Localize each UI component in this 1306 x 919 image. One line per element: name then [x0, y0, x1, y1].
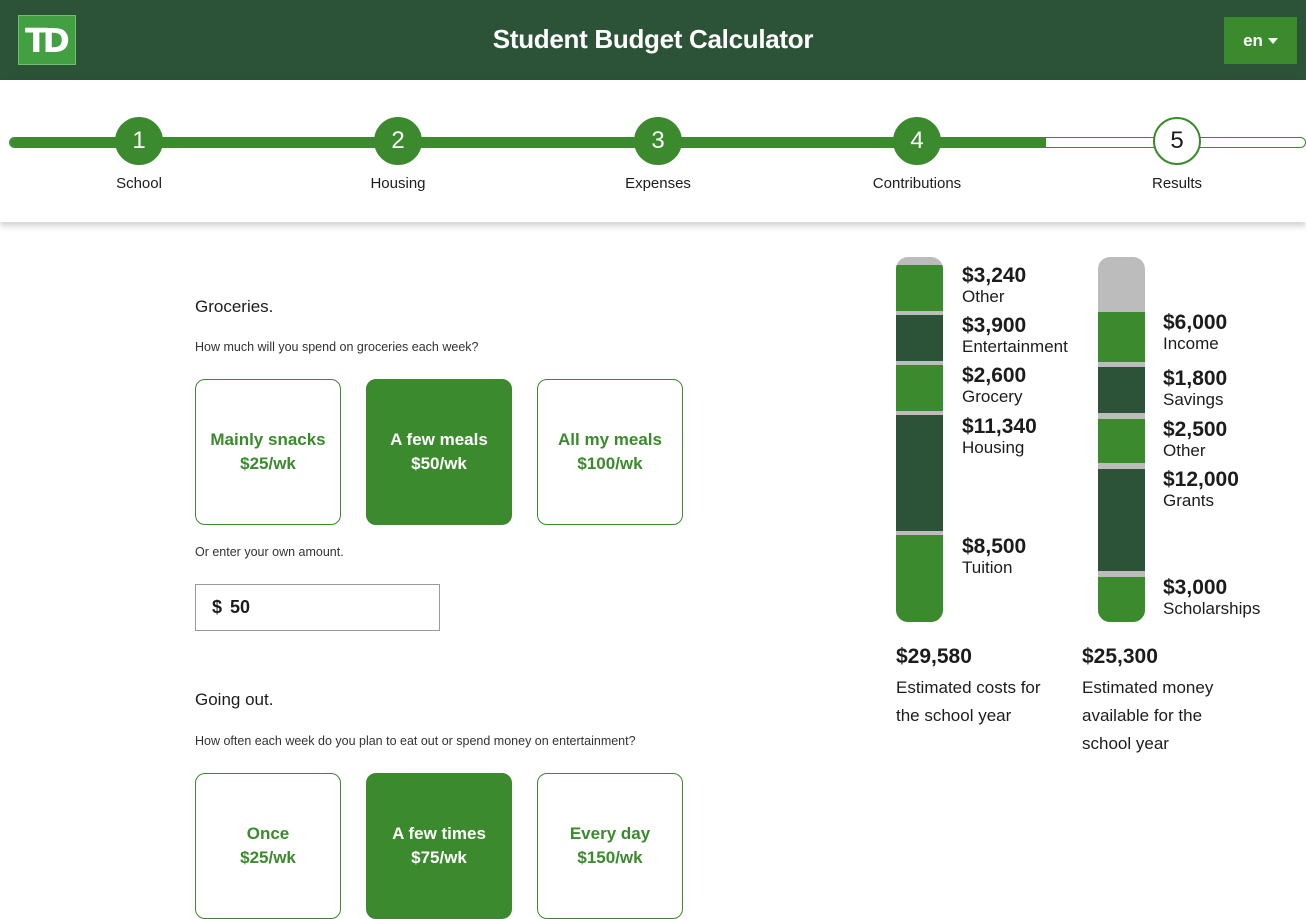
money-segment-scholarships	[1098, 577, 1145, 622]
option-price: $50/wk	[411, 454, 467, 473]
progress-stepper: 1 School 2 Housing 3 Expenses 4 Contribu…	[0, 80, 1306, 222]
going-out-question: How often each week do you plan to eat o…	[195, 734, 636, 748]
step-label: Housing	[370, 175, 426, 192]
step-housing[interactable]: 2 Housing	[323, 117, 473, 192]
costs-segment-grocery	[896, 365, 943, 411]
money-total: $25,300	[1082, 645, 1158, 668]
money-segment-savings	[1098, 367, 1145, 413]
step-contributions[interactable]: 4 Contributions	[842, 117, 992, 192]
step-number: 4	[893, 117, 941, 165]
caret-down-icon	[1267, 37, 1278, 44]
category: Income	[1163, 334, 1219, 354]
category: Grants	[1163, 491, 1215, 511]
option-label: A few times	[392, 824, 486, 843]
going-out-option-once[interactable]: Once $25/wk	[195, 773, 341, 919]
costs-label-other: $3,240 Other	[962, 264, 1026, 307]
option-price: $100/wk	[577, 454, 643, 473]
groceries-question: How much will you spend on groceries eac…	[195, 340, 479, 354]
costs-label-tuition: $8,500 Tuition	[962, 535, 1026, 578]
step-label: Contributions	[872, 175, 962, 192]
costs-bar	[896, 257, 943, 622]
money-segment-other	[1098, 419, 1145, 463]
amount: $3,900	[962, 314, 1027, 337]
money-segment-grants	[1098, 469, 1145, 571]
groceries-option-a-few-meals[interactable]: A few meals $50/wk	[366, 379, 512, 525]
option-label: Every day	[569, 824, 651, 843]
option-price: $25/wk	[240, 454, 296, 473]
amount-value: 50	[230, 597, 251, 617]
amount: $2,600	[962, 364, 1027, 387]
option-label: Once	[246, 824, 290, 843]
costs-total: $29,580	[896, 645, 972, 668]
currency-symbol: $	[212, 597, 223, 617]
groceries-title: Groceries.	[195, 297, 274, 316]
step-results[interactable]: 5 Results	[1102, 117, 1252, 192]
money-label-scholarships: $3,000 Scholarships	[1163, 576, 1260, 619]
category: Savings	[1163, 390, 1224, 410]
costs-segment-housing	[896, 415, 943, 531]
costs-label-housing: $11,340 Housing	[962, 415, 1037, 458]
page-title: Student Budget Calculator	[492, 24, 814, 54]
amount: $2,500	[1163, 418, 1228, 441]
going-out-option-a-few-times[interactable]: A few times $75/wk	[366, 773, 512, 919]
step-number: 1	[115, 117, 163, 165]
costs-segment-tuition	[896, 535, 943, 622]
option-price: $75/wk	[411, 848, 467, 867]
step-label: Results	[1151, 175, 1203, 192]
money-bar	[1098, 257, 1145, 622]
money-label-other: $2,500 Other	[1163, 418, 1227, 461]
costs-segment-other	[896, 265, 943, 311]
amount: $6,000	[1163, 311, 1228, 334]
costs-label-grocery: $2,600 Grocery	[962, 364, 1026, 407]
costs-segment-entertainment	[896, 315, 943, 361]
amount: $3,240	[962, 264, 1027, 287]
groceries-option-all-my-meals[interactable]: All my meals $100/wk	[537, 379, 683, 525]
grocery-amount-input[interactable]: $ 50	[195, 584, 440, 631]
category: Entertainment	[962, 337, 1068, 357]
step-school[interactable]: 1 School	[64, 117, 214, 192]
amount: $8,500	[962, 535, 1027, 558]
step-number: 5	[1153, 117, 1201, 165]
category: Other	[1163, 441, 1206, 461]
amount: $11,340	[962, 415, 1037, 438]
category: Housing	[962, 438, 1025, 458]
going-out-title: Going out.	[195, 690, 274, 709]
category: Tuition	[962, 558, 1013, 578]
step-label: Expenses	[625, 175, 691, 192]
money-label-savings: $1,800 Savings	[1163, 367, 1227, 410]
category: Other	[962, 287, 1005, 307]
amount: $3,000	[1163, 576, 1228, 599]
costs-label-entertainment: $3,900 Entertainment	[962, 314, 1068, 357]
amount: $1,800	[1163, 367, 1228, 390]
language-label: en	[1243, 30, 1263, 50]
step-expenses[interactable]: 3 Expenses	[583, 117, 733, 192]
option-label: All my meals	[558, 430, 662, 449]
option-label: A few meals	[390, 430, 488, 449]
money-label-income: $6,000 Income	[1163, 311, 1227, 354]
custom-amount-prompt: Or enter your own amount.	[195, 545, 344, 559]
going-out-option-every-day[interactable]: Every day $150/wk	[537, 773, 683, 919]
option-label: Mainly snacks	[210, 430, 326, 449]
step-number: 3	[634, 117, 682, 165]
money-segment-income	[1098, 312, 1145, 362]
language-dropdown[interactable]: en	[1224, 17, 1297, 64]
option-price: $25/wk	[240, 848, 296, 867]
money-label-grants: $12,000 Grants	[1163, 468, 1239, 511]
app-header: TD Student Budget Calculator en	[0, 0, 1306, 80]
step-label: School	[116, 175, 162, 192]
amount: $12,000	[1163, 468, 1239, 491]
option-price: $150/wk	[577, 848, 643, 867]
money-total-description: Estimated money available for the school…	[1082, 678, 1214, 753]
step-number: 2	[374, 117, 422, 165]
groceries-option-mainly-snacks[interactable]: Mainly snacks $25/wk	[195, 379, 341, 525]
costs-total-description: Estimated costs for the school year	[896, 678, 1041, 725]
category: Grocery	[962, 387, 1023, 407]
category: Scholarships	[1163, 599, 1261, 619]
